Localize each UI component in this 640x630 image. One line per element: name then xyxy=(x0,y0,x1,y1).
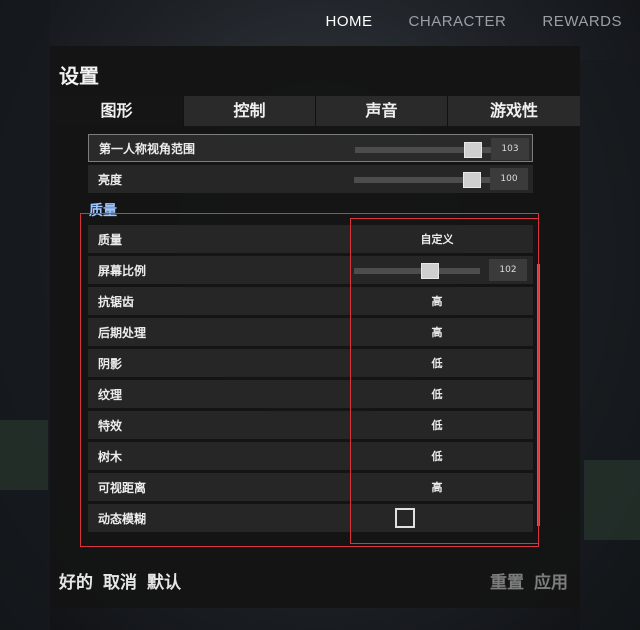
background-structure-left xyxy=(0,0,50,630)
setting-value[interactable]: 自定义 xyxy=(354,231,520,247)
setting-label: 纹理 xyxy=(98,387,123,402)
setting-row-quality[interactable]: 质量 自定义 xyxy=(88,225,533,253)
setting-row-motion-blur[interactable]: 动态模糊 xyxy=(88,504,533,532)
section-heading-quality: 质量 xyxy=(89,203,117,219)
setting-value[interactable]: 低 xyxy=(354,386,520,402)
setting-row-fov[interactable]: 第一人称视角范围 103 xyxy=(88,134,533,162)
setting-row-foliage[interactable]: 树木 低 xyxy=(88,442,533,470)
tab-sound[interactable]: 声音 xyxy=(315,96,447,126)
screen-scale-slider[interactable] xyxy=(354,263,480,279)
nav-home[interactable]: HOME xyxy=(326,0,373,44)
slider-thumb[interactable] xyxy=(464,142,482,158)
setting-label: 特效 xyxy=(98,418,123,433)
cancel-button[interactable]: 取消 xyxy=(103,568,137,593)
ok-button[interactable]: 好的 xyxy=(59,568,93,593)
tab-gameplay[interactable]: 游戏性 xyxy=(447,96,580,126)
setting-value[interactable]: 高 xyxy=(354,293,520,309)
background-structure-right xyxy=(580,60,640,630)
setting-row-shadows[interactable]: 阴影 低 xyxy=(88,349,533,377)
slider-thumb[interactable] xyxy=(463,172,481,188)
setting-label: 质量 xyxy=(98,232,123,247)
setting-value[interactable]: 低 xyxy=(354,417,520,433)
setting-label: 阴影 xyxy=(98,356,123,371)
tab-graphics[interactable]: 图形 xyxy=(50,96,183,126)
slider-thumb[interactable] xyxy=(421,263,439,279)
background-crate-right xyxy=(584,460,640,540)
panel-title: 设置 xyxy=(59,64,99,88)
footer-right-actions: 重置 应用 xyxy=(490,568,568,593)
setting-label: 动态模糊 xyxy=(98,511,147,526)
apply-button[interactable]: 应用 xyxy=(534,568,568,593)
setting-row-screen-scale[interactable]: 屏幕比例 102 xyxy=(88,256,533,284)
reset-button[interactable]: 重置 xyxy=(490,568,524,593)
setting-label: 树木 xyxy=(98,449,123,464)
slider-value[interactable]: 100 xyxy=(490,168,528,190)
setting-label: 可视距离 xyxy=(98,480,147,495)
setting-value[interactable]: 低 xyxy=(354,355,520,371)
top-navigation: HOME CHARACTER REWARDS xyxy=(308,0,640,44)
slider-value[interactable]: 103 xyxy=(491,138,529,160)
fov-slider[interactable] xyxy=(355,142,491,158)
slider-value[interactable]: 102 xyxy=(489,259,527,281)
setting-label: 屏幕比例 xyxy=(98,263,147,278)
default-button[interactable]: 默认 xyxy=(147,568,181,593)
setting-row-view-distance[interactable]: 可视距离 高 xyxy=(88,473,533,501)
setting-row-effects[interactable]: 特效 低 xyxy=(88,411,533,439)
setting-label: 第一人称视角范围 xyxy=(99,141,196,156)
motion-blur-checkbox[interactable] xyxy=(395,508,415,528)
setting-row-anti-aliasing[interactable]: 抗锯齿 高 xyxy=(88,287,533,315)
setting-label: 抗锯齿 xyxy=(98,294,135,309)
brightness-slider[interactable] xyxy=(354,172,490,188)
setting-row-textures[interactable]: 纹理 低 xyxy=(88,380,533,408)
setting-row-brightness[interactable]: 亮度 100 xyxy=(88,165,533,193)
nav-rewards[interactable]: REWARDS xyxy=(542,0,622,44)
settings-panel: 设置 图形 控制 声音 游戏性 第一人称视角范围 103 亮度 100 质量 自… xyxy=(50,46,580,608)
setting-value[interactable]: 高 xyxy=(354,324,520,340)
settings-scrollbar[interactable] xyxy=(537,264,540,526)
setting-value[interactable]: 高 xyxy=(354,479,520,495)
footer-left-actions: 好的 取消 默认 xyxy=(59,568,181,593)
setting-row-post-processing[interactable]: 后期处理 高 xyxy=(88,318,533,346)
setting-label: 亮度 xyxy=(98,172,123,187)
setting-label: 后期处理 xyxy=(98,325,147,340)
nav-character[interactable]: CHARACTER xyxy=(409,0,507,44)
settings-tabs: 图形 控制 声音 游戏性 xyxy=(50,96,580,126)
tab-controls[interactable]: 控制 xyxy=(183,96,315,126)
background-crate-left xyxy=(0,420,48,490)
setting-value[interactable]: 低 xyxy=(354,448,520,464)
